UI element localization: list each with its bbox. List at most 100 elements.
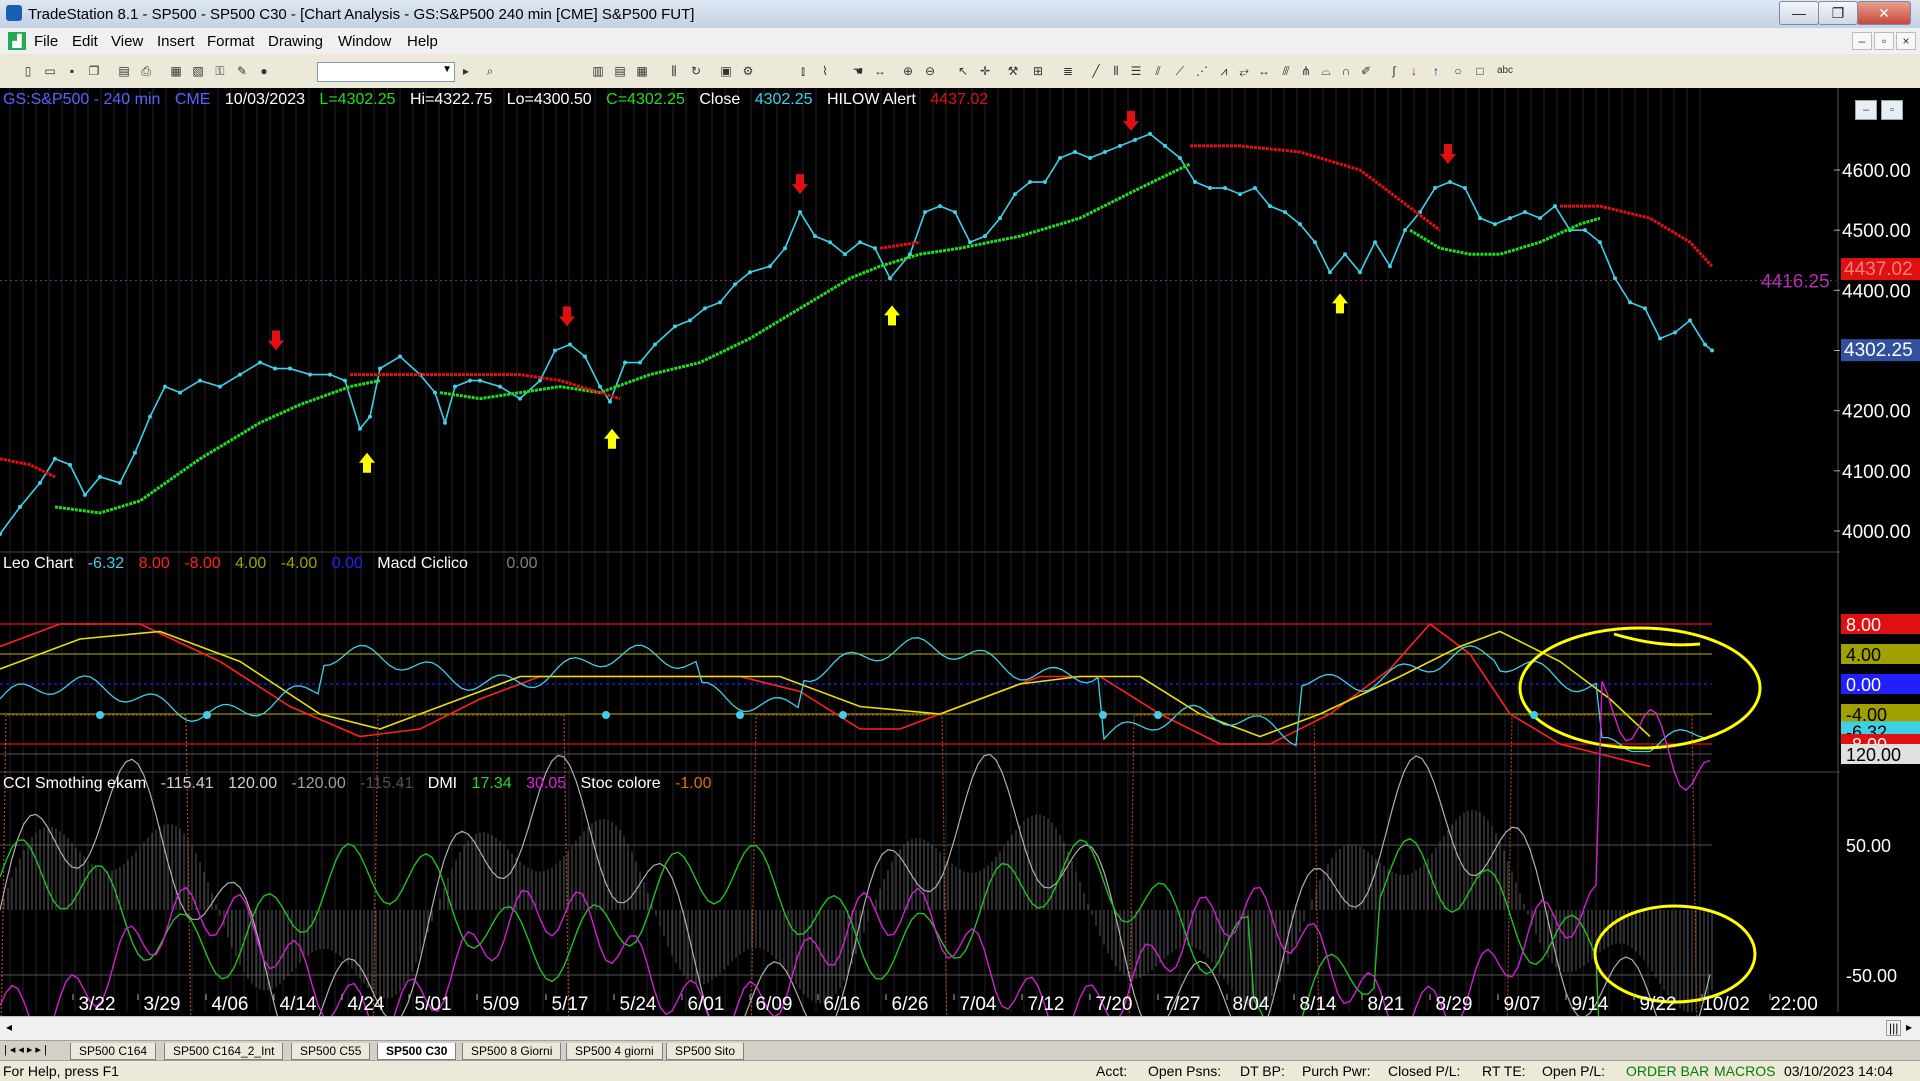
speed-lines-icon[interactable]: ⋰ — [1194, 63, 1210, 79]
tab-sp500-sito[interactable]: SP500 Sito — [666, 1043, 745, 1060]
snap-icon[interactable]: ⊞ — [1030, 63, 1046, 79]
analysis-icon[interactable]: ✎ — [234, 63, 250, 79]
chart-window-icon[interactable]: ▦ — [168, 63, 184, 79]
pitchfork-icon[interactable]: ⋔ — [1298, 63, 1314, 79]
horizontal-lines-icon[interactable]: ☰ — [1128, 63, 1144, 79]
save-icon[interactable]: ▪ — [64, 63, 80, 79]
gann-icon[interactable]: ⟋ — [1172, 63, 1188, 79]
regression-icon[interactable]: ⥂ — [1236, 63, 1252, 79]
menu-insert[interactable]: Insert — [157, 33, 195, 50]
text-tool-icon[interactable]: abc — [1494, 63, 1516, 79]
channel-icon[interactable]: ⫽ — [1150, 63, 1166, 79]
line-chart-icon[interactable]: ⌇ — [817, 63, 833, 79]
rectangle-icon[interactable]: □ — [1472, 63, 1488, 79]
tab-sp500-c30[interactable]: SP500 C30 — [377, 1043, 457, 1060]
arrow-up-icon[interactable]: ↑ — [1428, 63, 1444, 79]
channel2-icon[interactable]: ⫻ — [1278, 63, 1294, 79]
trendline-icon[interactable]: ╱ — [1088, 63, 1104, 79]
tools-icon[interactable]: ⚒ — [1005, 63, 1021, 79]
new-icon[interactable]: ▯ — [20, 63, 36, 79]
price-dot — [1358, 270, 1362, 275]
minimize-button[interactable]: — — [1779, 1, 1819, 25]
menu-file[interactable]: File — [34, 33, 58, 50]
table-icon[interactable]: ▦ — [634, 63, 650, 79]
print-icon[interactable]: ⎙ — [138, 63, 154, 79]
copy-icon[interactable]: ❐ — [86, 63, 102, 79]
tab-sp500-8-giorni[interactable]: SP500 8 Giorni — [462, 1043, 562, 1060]
pen-icon[interactable]: ✐ — [1358, 63, 1374, 79]
zoom-out-icon[interactable]: ⊖ — [922, 63, 938, 79]
cci-dot — [1530, 711, 1538, 719]
tab-nav-arrows-icon[interactable]: |◂◂▸▸| — [4, 1043, 50, 1056]
status-order-bar[interactable]: ORDER BAR — [1626, 1063, 1709, 1079]
bars-icon[interactable]: ⫾ — [795, 63, 811, 79]
scroll-left-icon[interactable]: ◂ — [6, 1020, 12, 1034]
tab-sp500-c55[interactable]: SP500 C55 — [291, 1043, 371, 1060]
search-symbol-icon[interactable]: ⌕ — [482, 63, 498, 79]
menu-edit[interactable]: Edit — [72, 33, 98, 50]
candles-icon[interactable]: ⫼ — [666, 63, 682, 79]
menu-help[interactable]: Help — [407, 33, 438, 50]
menu-drawing[interactable]: Drawing — [268, 33, 323, 50]
print-preview-icon[interactable]: ▤ — [116, 63, 132, 79]
bar-chart-icon[interactable]: ▥ — [590, 63, 606, 79]
symbol-combo[interactable]: ▼ — [317, 62, 455, 82]
menu-view[interactable]: View — [111, 33, 143, 50]
hand-icon[interactable]: ☚ — [850, 63, 866, 79]
price-dot — [1103, 149, 1107, 154]
price-dot — [1373, 240, 1377, 245]
tab-sp500-c164-2-int[interactable]: SP500 C164_2_Int — [164, 1043, 284, 1060]
arrow-h-icon[interactable]: ↔ — [1256, 63, 1272, 79]
arrow-right-icon[interactable]: ▸ — [458, 63, 474, 79]
pane-restore-button[interactable]: ▫ — [1881, 100, 1903, 120]
cci-dot — [203, 711, 211, 719]
price-dot — [273, 366, 277, 371]
zoom-in-icon[interactable]: ⊕ — [900, 63, 916, 79]
refresh-icon[interactable]: ↻ — [688, 63, 704, 79]
status-macros[interactable]: MACROS — [1714, 1063, 1775, 1079]
crosshair-icon[interactable]: ✛ — [977, 63, 993, 79]
price-dot — [688, 318, 692, 323]
cycle-icon[interactable]: ∩ — [1338, 63, 1354, 79]
grid-icon[interactable]: ▤ — [612, 63, 628, 79]
insert-study-icon[interactable]: ▣ — [718, 63, 734, 79]
menu-format[interactable]: Format — [207, 33, 255, 50]
close-button[interactable]: ✕ — [1857, 1, 1911, 25]
pointer-icon[interactable]: ↖ — [955, 63, 971, 79]
pane-minimize-button[interactable]: – — [1855, 100, 1877, 120]
mdi-close-button[interactable]: × — [1896, 32, 1916, 50]
price-dot — [733, 282, 737, 287]
arrow-down-icon[interactable]: ↓ — [1406, 63, 1422, 79]
chart-canvas[interactable]: 4600.004500.004400.004300.004200.004100.… — [0, 88, 1920, 1016]
dmi-label: DMI — [427, 775, 458, 792]
globe-icon[interactable]: ● — [256, 63, 272, 79]
lock-icon[interactable]: ⚿ — [212, 63, 228, 79]
open-icon[interactable]: ▭ — [42, 63, 58, 79]
menu-window[interactable]: Window — [338, 33, 391, 50]
cci-name: CCI Smothing ekam — [3, 775, 147, 792]
freehand-icon[interactable]: ∫ — [1386, 63, 1402, 79]
scroll-right-icon[interactable]: ▸ — [1906, 1020, 1912, 1034]
tab-sp500-4-giorni[interactable]: SP500 4 giorni — [566, 1043, 663, 1060]
chart-scrollbar[interactable]: ◂ ||| ▸ — [0, 1016, 1920, 1041]
tab-sp500-c164[interactable]: SP500 C164 — [70, 1043, 157, 1060]
price-dot — [38, 480, 42, 485]
scroll-thumb[interactable]: ||| — [1886, 1020, 1902, 1036]
vertical-lines-icon[interactable]: ⦀ — [1108, 63, 1124, 79]
andrews-icon[interactable]: ⩘ — [1216, 63, 1232, 79]
cci-dot — [1099, 711, 1107, 719]
scale-icon[interactable]: ↔ — [872, 63, 888, 79]
chart-analysis-window[interactable]: 4600.004500.004400.004300.004200.004100.… — [0, 88, 1920, 1016]
radar-icon[interactable]: ▧ — [190, 63, 206, 79]
price-dot — [358, 426, 362, 431]
mdi-restore-button[interactable]: ▫ — [1874, 32, 1894, 50]
ellipse-icon[interactable]: ○ — [1450, 63, 1466, 79]
chart-doc-icon[interactable]: ▟ — [8, 32, 26, 50]
mdi-minimize-button[interactable]: – — [1852, 32, 1872, 50]
price-dot — [1133, 137, 1137, 142]
arc-icon[interactable]: ⌓ — [1318, 63, 1334, 79]
format-icon[interactable]: ⚙ — [740, 63, 756, 79]
maximize-button[interactable]: ❐ — [1818, 1, 1858, 25]
fib-icon[interactable]: ≣ — [1060, 63, 1076, 79]
price-dot — [1208, 186, 1212, 191]
